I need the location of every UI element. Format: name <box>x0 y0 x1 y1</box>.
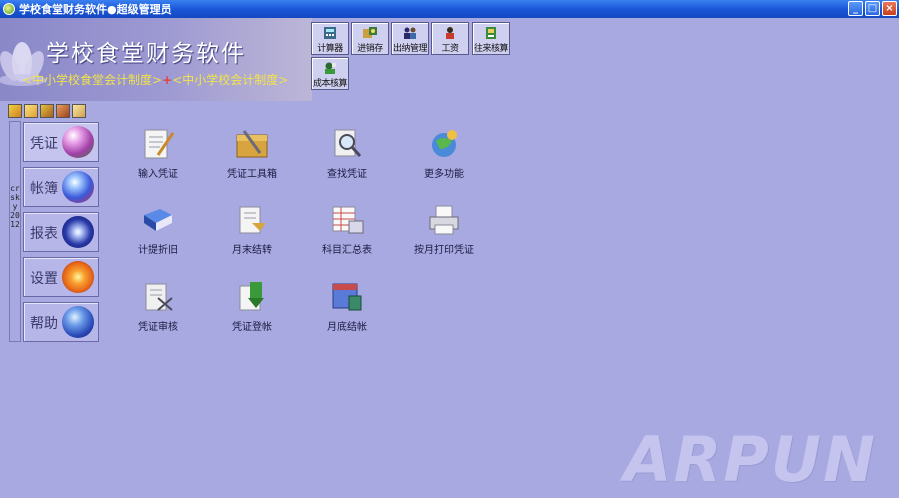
close-button[interactable]: × <box>882 1 897 16</box>
nav-label: 凭证 <box>30 136 58 152</box>
post-ledger-icon <box>239 282 264 311</box>
window-controls: _ □ × <box>848 1 897 16</box>
toolbox-icon <box>236 130 268 158</box>
func-label: 输入凭证 <box>138 169 178 180</box>
func-label: 计提折旧 <box>138 245 178 256</box>
func-label: 凭证工具箱 <box>227 169 277 180</box>
minimize-button[interactable]: _ <box>848 1 863 16</box>
subtitle-plus: + <box>162 73 173 87</box>
func-monthly-print-voucher[interactable]: 按月打印凭证 <box>394 203 494 256</box>
flower-orb-icon <box>62 126 94 158</box>
func-label: 凭证登帐 <box>232 322 272 333</box>
toolbar-salary-button[interactable]: 工资 <box>431 22 469 55</box>
toolbar-inventory-button[interactable]: 进销存 <box>351 22 389 55</box>
nav-label: 报表 <box>30 226 58 242</box>
month-end-icon <box>239 206 266 234</box>
toolbar-label: 成本核算 <box>312 79 348 89</box>
toolbar-label: 往来核算 <box>473 44 509 54</box>
audit-icon <box>145 283 173 311</box>
func-month-close[interactable]: 月底结帐 <box>297 280 397 333</box>
nav-settings-button[interactable]: 设置 <box>23 257 99 297</box>
small-toolbar <box>8 104 86 118</box>
maximize-button[interactable]: □ <box>865 1 880 16</box>
func-subject-summary[interactable]: 科目汇总表 <box>297 203 397 256</box>
toolbar-cashier-button[interactable]: 出纳管理 <box>391 22 429 55</box>
func-label: 月底结帐 <box>327 322 367 333</box>
func-voucher-post[interactable]: 凭证登帐 <box>202 280 302 333</box>
func-label: 科目汇总表 <box>322 245 372 256</box>
func-label: 凭证审核 <box>138 322 178 333</box>
toolbar-label: 出纳管理 <box>392 44 428 54</box>
salary-icon <box>446 27 454 39</box>
func-label: 按月打印凭证 <box>414 245 474 256</box>
more-functions-icon <box>432 130 457 157</box>
edit-document-icon <box>144 129 175 159</box>
summary-table-icon <box>332 206 364 234</box>
nav-ledger-button[interactable]: 帐簿 <box>23 167 99 207</box>
func-voucher-toolbox[interactable]: 凭证工具箱 <box>202 127 302 180</box>
month-close-icon <box>332 283 362 311</box>
func-month-end-transfer[interactable]: 月末结转 <box>202 203 302 256</box>
open-folder-icon[interactable] <box>72 104 86 118</box>
search-document-icon <box>334 129 362 157</box>
banner-subtitle: <中小学校食堂会计制度>+<中小学校会计制度> <box>22 71 288 88</box>
accounts-icon <box>486 27 496 39</box>
globe-orb-icon <box>62 306 94 338</box>
subtitle-right: <中小学校会计制度> <box>172 73 289 87</box>
fire-orb-icon <box>62 261 94 293</box>
cost-icon <box>325 62 336 74</box>
folder-icon[interactable] <box>24 104 38 118</box>
toolbar-accounts-button[interactable]: 往来核算 <box>472 22 510 55</box>
nav-side-strip <box>9 121 21 342</box>
func-voucher-audit[interactable]: 凭证审核 <box>108 280 208 333</box>
nav-label: 帐簿 <box>30 181 58 197</box>
subtitle-left: <中小学校食堂会计制度> <box>22 73 163 87</box>
func-depreciation[interactable]: 计提折旧 <box>108 203 208 256</box>
watermark-logo: ARPUN <box>623 423 877 496</box>
func-find-voucher[interactable]: 查找凭证 <box>297 127 397 180</box>
side-vertical-text: crsky 2012 <box>10 184 20 229</box>
swirl-orb-icon <box>62 171 94 203</box>
printer-icon <box>429 205 459 235</box>
star-orb-icon <box>62 216 94 248</box>
toolbar-calculator-button[interactable]: 计算器 <box>311 22 349 55</box>
nav-voucher-button[interactable]: 凭证 <box>23 122 99 162</box>
cashier-icon <box>404 27 416 39</box>
window-title: 学校食堂财务软件●超级管理员 <box>19 3 172 16</box>
book-icon <box>144 209 172 231</box>
nav-report-button[interactable]: 报表 <box>23 212 99 252</box>
toolbar-label: 计算器 <box>317 44 343 54</box>
nav-label: 设置 <box>30 271 58 287</box>
toolbar-label: 工资 <box>441 44 459 54</box>
notebook-icon[interactable] <box>40 104 54 118</box>
toolbar-cost-button[interactable]: 成本核算 <box>311 57 349 90</box>
banner-title: 学校食堂财务软件 <box>46 41 246 67</box>
func-label: 查找凭证 <box>327 169 367 180</box>
banner: 学校食堂财务软件 <中小学校食堂会计制度>+<中小学校会计制度> <box>0 18 312 101</box>
export-icon[interactable] <box>8 104 22 118</box>
func-more-functions[interactable]: 更多功能 <box>394 127 494 180</box>
func-label: 更多功能 <box>424 169 464 180</box>
nav-help-button[interactable]: 帮助 <box>23 302 99 342</box>
app-icon <box>3 3 15 15</box>
toolbar-label: 进销存 <box>357 44 383 54</box>
calculator-icon <box>324 27 336 39</box>
func-label: 月末结转 <box>232 245 272 256</box>
inventory-icon <box>363 27 377 38</box>
user-icon[interactable] <box>56 104 70 118</box>
title-bar: 学校食堂财务软件●超级管理员 _ □ × <box>0 0 899 18</box>
func-input-voucher[interactable]: 输入凭证 <box>108 127 208 180</box>
nav-label: 帮助 <box>30 316 58 332</box>
